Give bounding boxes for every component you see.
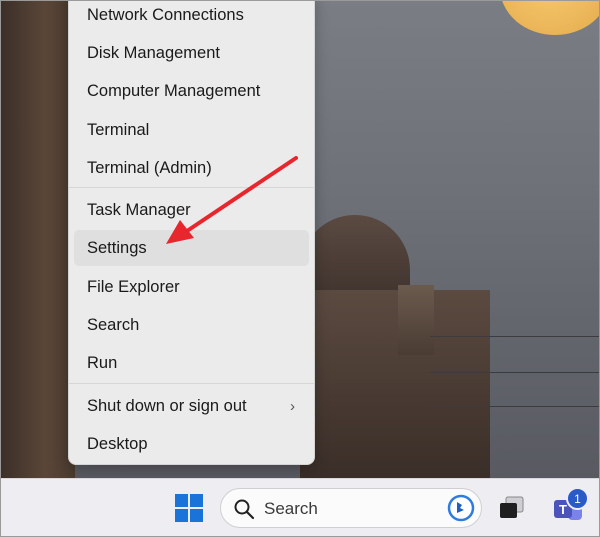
taskbar: Search T 1 [0,478,600,537]
screen: Network Connections Disk Management Comp… [0,0,600,537]
menu-item-terminal[interactable]: Terminal [74,112,309,148]
menu-item-terminal-admin[interactable]: Terminal (Admin) [74,150,309,186]
menu-item-label: Terminal [87,120,150,139]
menu-item-desktop[interactable]: Desktop [74,426,309,462]
search-icon [234,499,255,520]
menu-item-label: Settings [87,238,147,257]
building-graphic [300,290,490,478]
menu-item-computer-management[interactable]: Computer Management [74,73,309,109]
menu-item-label: Network Connections [87,5,244,24]
menu-item-settings[interactable]: Settings [74,230,309,266]
menu-item-network-connections[interactable]: Network Connections [74,0,309,33]
menu-separator [69,383,314,384]
chevron-right-icon: › [290,398,295,415]
menu-item-label: Computer Management [87,81,261,100]
menu-item-task-manager[interactable]: Task Manager [74,192,309,228]
menu-item-disk-management[interactable]: Disk Management [74,35,309,71]
tower-graphic [398,285,434,355]
taskbar-search-box[interactable]: Search [220,488,482,528]
power-line [430,336,600,337]
bing-icon[interactable] [447,494,475,522]
menu-item-shut-down[interactable]: Shut down or sign out › [74,388,309,424]
menu-separator [69,187,314,188]
power-line [430,406,600,407]
menu-item-label: Run [87,353,118,372]
notification-badge: 1 [566,487,589,510]
menu-item-label: Disk Management [87,43,220,62]
ruins-graphic [0,0,75,478]
menu-item-label: Task Manager [87,200,191,219]
windows-start-icon[interactable] [174,493,204,523]
task-view-icon[interactable] [497,493,527,523]
menu-item-label: File Explorer [87,277,180,296]
menu-item-label: Desktop [87,434,148,453]
menu-item-file-explorer[interactable]: File Explorer [74,269,309,305]
svg-text:T: T [559,502,567,517]
menu-item-label: Search [87,315,140,334]
menu-item-label: Terminal (Admin) [87,158,212,177]
menu-item-search[interactable]: Search [74,307,309,343]
menu-item-run[interactable]: Run [74,345,309,381]
power-line [430,372,600,373]
power-user-menu: Network Connections Disk Management Comp… [68,0,315,465]
menu-item-label: Shut down or sign out [87,396,247,415]
search-placeholder: Search [264,499,318,518]
